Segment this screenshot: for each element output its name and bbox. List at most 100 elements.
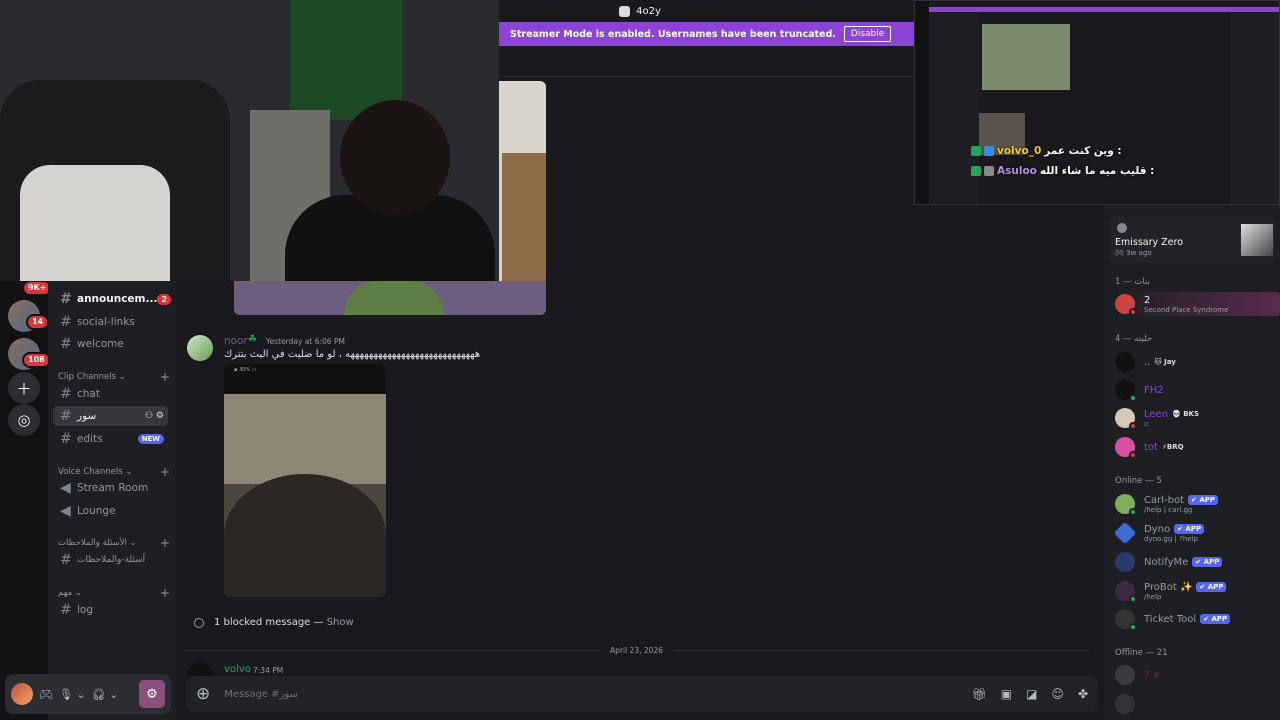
avatar [1115,408,1137,430]
show-blocked-link[interactable]: Show [327,617,354,628]
message-input[interactable]: Message #سور [224,689,298,700]
sticker-icon[interactable]: ◪ [1026,687,1037,701]
disable-button[interactable]: Disable [843,26,892,42]
clan-tag: 🐱 Jay [1154,358,1176,366]
activity-card[interactable]: Emissary Zero 🎮︎ 3w ago [1109,217,1275,263]
channel-edits[interactable]: # edits NEW [53,429,168,449]
avatar [1115,581,1137,603]
gift-icon[interactable]: 🎁︎ [972,687,987,701]
avatar [1113,521,1137,545]
avatar [1115,294,1137,316]
voice-channel-lounge[interactable]: ◀ Lounge [53,501,168,521]
category-voice-channels[interactable]: Voice Channels ⌄ + [58,465,170,479]
image-attachment[interactable]: ▪ 30% ▭ [224,364,386,597]
preview-image [982,24,1070,90]
role-icon: ☘ [248,334,257,345]
channel-feedback[interactable]: # أسئلة-والملاحظات [53,550,168,570]
server-icon[interactable]: 9K+ 14 [8,280,53,332]
channel-social-links[interactable]: # social-links [53,312,168,332]
gear-icon[interactable]: ⚙ [156,411,164,421]
member-item[interactable]: Ticket Tool ✔ APP [1115,607,1275,631]
badge-icon [984,146,994,156]
mention-count: 2 [157,293,172,305]
app-tag: ✔ APP [1174,524,1205,534]
speaker-icon: ◀ [60,480,71,496]
channel-chat[interactable]: # chat [53,384,168,404]
member-item[interactable]: Dyno ✔ APP dyno.gg | ?help [1113,521,1275,545]
speaker-icon: ◀ [60,503,71,519]
avatar [1115,665,1135,685]
chevron-down-icon: ⌄ [118,372,126,382]
app-tag: ✔ APP [1188,495,1218,505]
channel-sowar[interactable]: # سور ⚇ ⚙ [53,406,168,426]
app-tag: ✔ APP [1192,557,1223,567]
member-item[interactable]: NotifyMe ✔ APP [1115,550,1275,574]
hash-icon: # [60,602,72,618]
settings-button[interactable]: ⚙ [139,680,165,708]
add-attachment-icon[interactable]: ⊕ [196,684,210,704]
member-item[interactable]: tot ⚡BRQ [1115,435,1275,459]
window-title: 4o2y [636,5,661,17]
channel-log[interactable]: # log [53,600,168,620]
avatar[interactable] [187,335,213,361]
invite-icon[interactable]: ⚇ [145,411,153,421]
stream-chat-line: Asuloo قليب ميه ما شاء الله : [971,165,1154,177]
compass-icon: ◎ [17,411,31,429]
category-feedback[interactable]: الأسئلة والملاحظات ⌄ + [58,536,170,550]
clan-tag: 💀 BKS [1172,410,1200,418]
hash-icon: # [60,552,72,568]
member-item[interactable]: ? # [1115,663,1275,687]
hash-icon: # [60,314,72,330]
avatar [1115,352,1135,372]
chevron-down-icon: ⌄ [129,538,137,548]
member-category: بنات — 1 [1115,277,1150,287]
message-composer[interactable]: ⊕ Message #سور 🎁︎ ▣ ◪ ☺ ✤ [186,676,1098,712]
message-author[interactable]: noor [224,335,248,347]
avatar[interactable] [11,683,33,705]
channel-announcements[interactable]: # announcem... 2 [53,289,172,309]
add-server-button[interactable]: ＋ [8,372,40,404]
category-clip-channels[interactable]: Clip Channels ⌄ + [58,370,170,384]
message-author[interactable]: volvo [224,664,251,675]
member-category: Online — 5 [1115,476,1162,486]
headphones-icon[interactable]: 🎧︎ ⌄ [92,688,119,701]
member-item[interactable]: FH2 [1115,378,1275,402]
category-important[interactable]: مهم ⌄ + [58,586,170,600]
discord-app: 9K+ 14 108 ＋ ◎ # announcem... 2 # social… [0,0,1280,720]
avatar [1117,223,1127,233]
gamepad-icon: 🎮︎ [1115,249,1124,257]
avatar [1115,437,1137,459]
stream-preview-window: volvo_0 وين كنت عمر : Asuloo قليب ميه ما… [914,0,1280,205]
member-item[interactable] [1115,692,1275,716]
avatar [1115,694,1135,714]
chevron-down-icon: ⌄ [125,467,133,477]
create-channel-icon[interactable]: + [160,536,170,550]
server-folder-icon[interactable]: 108 [8,338,51,370]
member-item[interactable]: 2 Second Place Syndrome [1115,292,1280,316]
gear-icon: ⚙ [146,686,158,702]
avatar [1115,494,1137,516]
member-item[interactable]: .. 🐱 Jay [1115,350,1275,374]
gif-icon[interactable]: ▣ [1001,687,1012,701]
emoji-icon[interactable]: ☺ [1051,687,1064,701]
member-item[interactable]: ProBot ✨ ✔ APP/help [1115,579,1275,603]
channel-welcome[interactable]: # welcome [53,334,168,354]
user-panel: 🎮︎ 🎙︎ ⌄ 🎧︎ ⌄ ⚙ [5,674,171,714]
member-item[interactable]: Leen 💀 BKS ▫ [1115,406,1275,430]
hash-icon: # [60,386,72,402]
app-icon [619,5,631,17]
gamepad-icon[interactable]: 🎮︎ [39,688,53,701]
chevron-down-icon: ⌄ [74,588,82,598]
create-channel-icon[interactable]: + [160,465,170,479]
hash-icon: # [60,291,72,307]
create-channel-icon[interactable]: + [160,370,170,384]
microphone-icon[interactable]: 🎙︎ ⌄ [59,688,86,701]
apps-icon[interactable]: ✤ [1078,687,1088,701]
member-item[interactable]: Carl-bot ✔ APP/help | carl.gg [1115,492,1275,516]
hash-icon: # [60,336,72,352]
discover-button[interactable]: ◎ [8,404,40,436]
message-timestamp: 7:34 PM [253,666,284,675]
member-category: حليته — 4 [1115,334,1153,344]
voice-channel-stream-room[interactable]: ◀ Stream Room [53,478,168,498]
create-channel-icon[interactable]: + [160,586,170,600]
